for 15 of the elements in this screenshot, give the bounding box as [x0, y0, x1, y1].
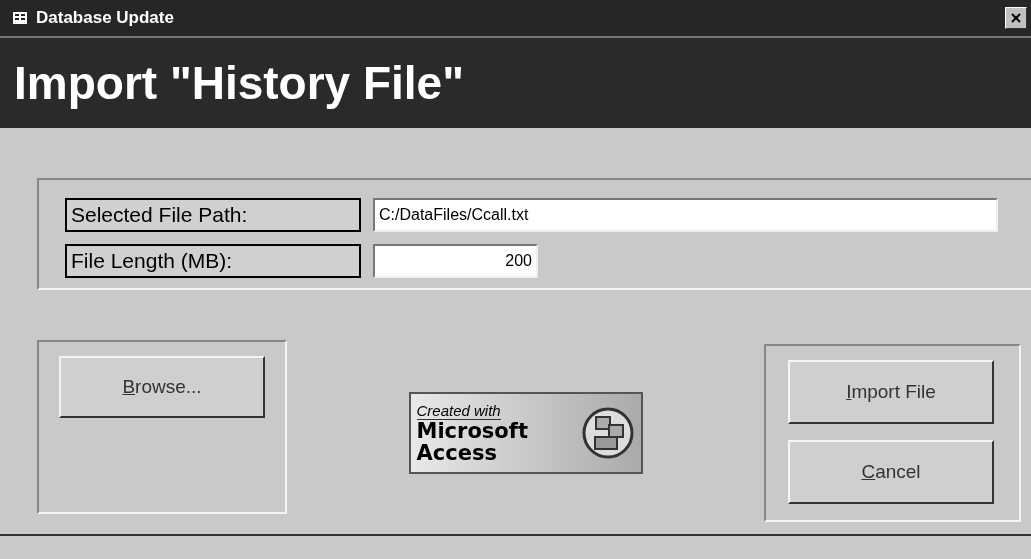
field-label: File Length (MB): — [65, 244, 361, 278]
cancel-button[interactable]: Cancel — [788, 440, 994, 504]
text-field[interactable]: C:/DataFiles/Ccall.txt — [373, 198, 998, 232]
close-icon — [1010, 12, 1022, 24]
text-field[interactable]: 200 — [373, 244, 538, 278]
import-button[interactable]: Import File — [788, 360, 994, 424]
badge-text: Access — [416, 442, 498, 464]
field-label: Selected File Path: — [65, 198, 361, 232]
close-button[interactable] — [1005, 7, 1027, 29]
form-heading: Import "History File" — [14, 56, 464, 110]
badge-caption: Created with — [416, 402, 501, 420]
window-title: Database Update — [36, 8, 175, 28]
badge-text: Microsoft — [416, 420, 529, 442]
form-icon — [12, 11, 28, 25]
browse-button[interactable]: Browse... — [59, 356, 265, 418]
